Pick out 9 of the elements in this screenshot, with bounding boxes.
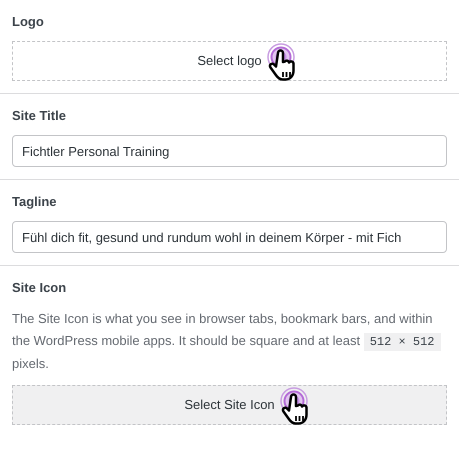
site-title-field[interactable]: Fichtler Personal Training bbox=[12, 135, 447, 167]
tagline-field[interactable]: Fühl dich fit, gesund und rundum wohl in deinem Körper - mit Fich bbox=[12, 221, 447, 253]
select-logo-button[interactable]: Select logo bbox=[12, 41, 447, 81]
field-label: Site Title bbox=[12, 108, 66, 123]
field-label: Tagline bbox=[12, 194, 57, 209]
field-label: Logo bbox=[12, 14, 44, 29]
select-site-icon-button[interactable]: Select Site Icon bbox=[12, 385, 447, 425]
description-text: The Site Icon is what you see in browser tabs, bookmark bars, and within the WordPress mobile apps. It should be square and at least 512 × 512 pixels. bbox=[12, 308, 447, 375]
field-label: Site Icon bbox=[12, 280, 66, 295]
